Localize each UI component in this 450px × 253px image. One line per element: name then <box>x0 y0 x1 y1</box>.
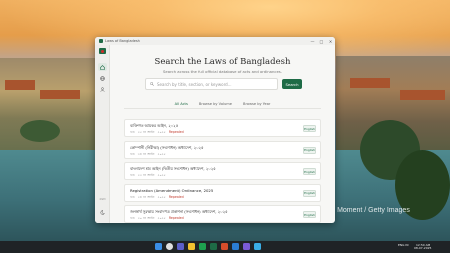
theme-icon <box>100 209 105 215</box>
app-taskbar-icon[interactable] <box>243 243 250 250</box>
app-taskbar-icon[interactable] <box>254 243 261 250</box>
law-year: ২০২৫ <box>157 130 166 134</box>
law-title: জনস্বার্থ সুরক্ষায় সংবাদপত্র প্রকাশনা (… <box>130 209 228 215</box>
theme-toggle[interactable] <box>98 208 107 216</box>
law-card[interactable]: বাংলাদেশ শ্রম আইন (দ্বিতীয় সংশোধন) অধ্য… <box>124 162 321 181</box>
nav-profile[interactable] <box>98 85 107 93</box>
law-card[interactable]: জনস্বার্থ সুরক্ষায় সংবাদপত্র প্রকাশনা (… <box>124 205 321 223</box>
app-taskbar-icon[interactable] <box>221 243 228 250</box>
english-button[interactable]: English <box>303 146 316 154</box>
nav-globe[interactable] <box>98 74 107 82</box>
law-card[interactable]: Registration (Amendment) Ordinance, 2025… <box>124 183 321 202</box>
search-icon <box>150 82 154 86</box>
law-list: ব্যক্তিগত আয়কর আইন, ২০২৫ খণ্ড ২৫ নং আইন… <box>124 119 321 223</box>
close-button[interactable]: ✕ <box>326 37 335 45</box>
status-badge: Repealed <box>168 216 184 221</box>
wallpaper-roof <box>400 90 445 100</box>
law-volume: খণ্ড <box>130 130 135 134</box>
search-input[interactable]: Search by title, section, or keyword... <box>145 78 278 90</box>
status-badge: Repealed <box>168 194 184 199</box>
law-meta: খণ্ড ২৫ নং আইন ২০২৫ Repealed <box>130 130 184 136</box>
english-button[interactable]: English <box>303 168 316 176</box>
law-act-no: ২০ নং আইন <box>137 216 155 221</box>
nav-home[interactable] <box>98 63 107 71</box>
flag-disc <box>101 49 104 53</box>
english-button[interactable]: English <box>303 189 316 197</box>
app-title: Laws of Bangladesh <box>105 39 140 43</box>
app-icon <box>99 39 103 43</box>
wallpaper-tree <box>20 120 60 142</box>
tabs-divider <box>124 108 321 109</box>
english-button[interactable]: English <box>303 125 316 132</box>
search-taskbar-icon[interactable] <box>166 243 173 250</box>
law-meta: খণ্ড ৩৪ নং আইন ২০২৫ <box>130 152 169 158</box>
law-year: ২০২৫ <box>157 151 166 156</box>
law-act-no: ৩৪ নং আইন <box>137 151 155 156</box>
start-icon[interactable] <box>155 243 162 250</box>
wallpaper-roof <box>5 80 35 90</box>
language-indicator[interactable]: ENG IN <box>398 243 409 247</box>
task-view-icon[interactable] <box>177 243 184 250</box>
law-year: ২০২৫ <box>157 194 166 199</box>
law-act-no: ২২ নং আইন <box>137 173 155 178</box>
globe-icon <box>100 75 105 81</box>
home-icon <box>100 64 105 70</box>
search-placeholder: Search by title, section, or keyword... <box>157 81 232 87</box>
law-title: কোম্পানী (নিরীক্ষা) (সংশোধন) অধ্যাদেশ, ২… <box>130 144 204 150</box>
user-icon <box>100 86 105 92</box>
side-rail: বাংলা <box>95 45 110 223</box>
laws-app-taskbar-icon[interactable] <box>210 243 217 250</box>
app-window: Laws of Bangladesh — □ ✕ বাংলা Search th… <box>95 37 335 223</box>
law-volume: খণ্ড <box>130 194 135 199</box>
bangladesh-flag-icon <box>99 48 106 54</box>
app-taskbar-icon[interactable] <box>232 243 239 250</box>
wallpaper-roof <box>350 78 390 88</box>
law-act-no: ২৫ নং আইন <box>137 130 155 134</box>
law-volume: খণ্ড <box>130 151 135 156</box>
law-year: ২০২৫ <box>157 216 166 221</box>
law-year: ২০২৫ <box>157 173 166 178</box>
minimize-button[interactable]: — <box>308 37 317 45</box>
law-act-no: ২৪ নং আইন <box>137 194 155 199</box>
law-card[interactable]: কোম্পানী (নিরীক্ষা) (সংশোধন) অধ্যাদেশ, ২… <box>124 140 321 159</box>
clock-date[interactable]: 08-07-2025 <box>414 246 431 250</box>
main-content: Search the Laws of Bangladesh Search acr… <box>110 45 335 223</box>
status-badge: Repealed <box>168 130 184 134</box>
page-title: Search the Laws of Bangladesh <box>154 57 291 67</box>
english-button[interactable]: English <box>303 211 316 219</box>
page-subtitle: Search across the full official database… <box>163 69 282 74</box>
law-meta: খণ্ড ২০ নং আইন ২০২৫ Repealed <box>130 216 184 222</box>
law-title: বাংলাদেশ শ্রম আইন (দ্বিতীয় সংশোধন) অধ্য… <box>130 166 216 172</box>
browser-icon[interactable] <box>199 243 206 250</box>
law-volume: খণ্ড <box>130 173 135 178</box>
law-title: Registration (Amendment) Ordinance, 2025 <box>130 187 214 193</box>
wallpaper-roof <box>40 90 80 99</box>
law-meta: খণ্ড ২২ নং আইন ২০২৫ <box>130 173 169 179</box>
search-button[interactable]: Search <box>282 79 302 89</box>
file-explorer-icon[interactable] <box>188 243 195 250</box>
law-card[interactable]: ব্যক্তিগত আয়কর আইন, ২০২৫ খণ্ড ২৫ নং আইন… <box>124 119 321 137</box>
language-toggle[interactable]: বাংলা <box>98 196 107 204</box>
law-meta: খণ্ড ২৪ নং আইন ২০২৫ Repealed <box>130 195 184 201</box>
title-bar[interactable]: Laws of Bangladesh <box>95 37 335 45</box>
law-volume: খণ্ড <box>130 216 135 221</box>
maximize-button[interactable]: □ <box>317 37 326 45</box>
law-title: ব্যক্তিগত আয়কর আইন, ২০২৫ <box>130 123 179 128</box>
